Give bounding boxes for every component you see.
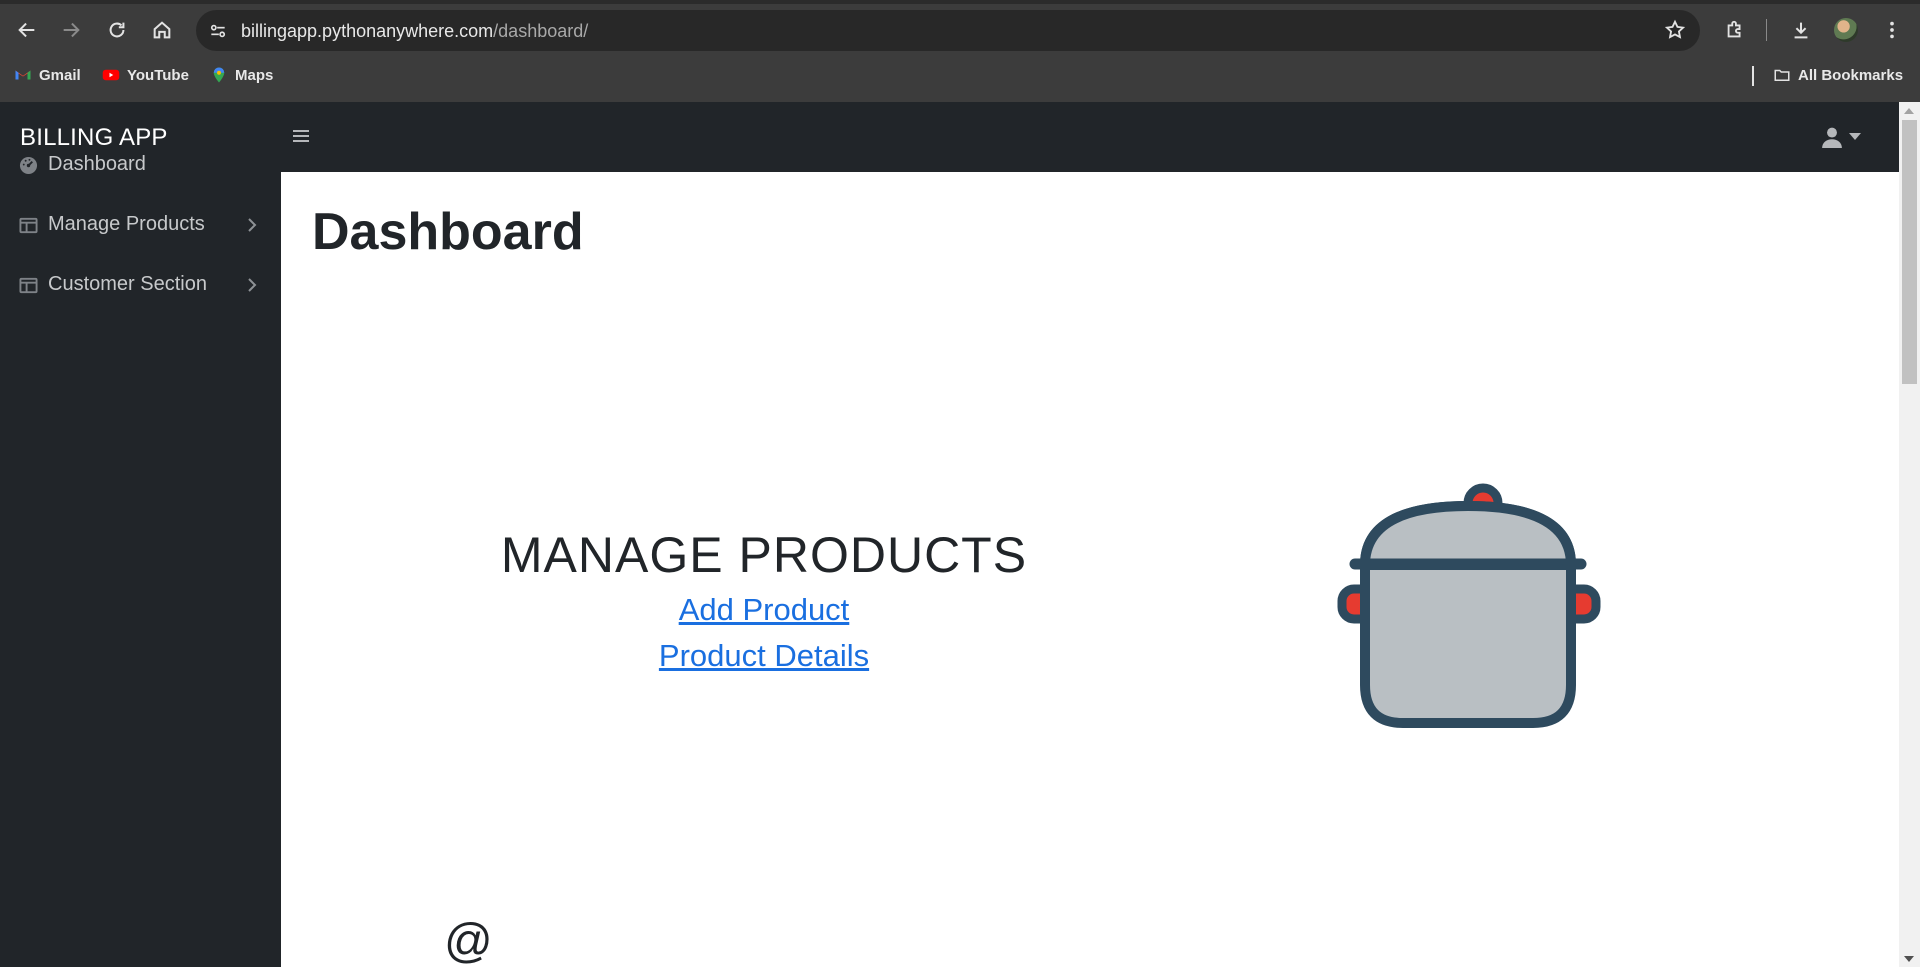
- tab-strip: [0, 0, 1920, 4]
- reload-icon: [109, 22, 125, 38]
- page-title: Dashboard: [312, 203, 584, 261]
- caret-down-icon: [1849, 133, 1861, 140]
- address-bar[interactable]: billingapp.pythonanywhere.com/dashboard/: [196, 10, 1700, 51]
- dashboard-icon: [19, 156, 38, 175]
- more-vert-icon: [1890, 21, 1894, 39]
- manage-products-title: MANAGE PRODUCTS: [500, 527, 1028, 583]
- sidebar-item-customer-section[interactable]: Customer Section: [0, 260, 281, 310]
- back-arrow-icon: [18, 22, 35, 38]
- scroll-up-arrow[interactable]: [1904, 108, 1914, 114]
- all-bookmarks-label: All Bookmarks: [1798, 66, 1904, 84]
- user-icon: [1822, 127, 1842, 148]
- sidebar: BILLING APP Dashboard Manage Products Cu…: [0, 102, 281, 967]
- user-dropdown[interactable]: [1821, 126, 1861, 148]
- download-icon: [1794, 22, 1808, 39]
- bookmark-star-icon[interactable]: [1664, 19, 1686, 46]
- sidebar-item-label: Manage Products: [48, 213, 205, 235]
- section-glyph: @: [444, 915, 493, 967]
- main-content: Dashboard MANAGE PRODUCTS Add Product Pr…: [281, 172, 1899, 967]
- cooking-pot-icon: [1337, 483, 1601, 728]
- folder-icon: [1774, 69, 1790, 81]
- url-text[interactable]: billingapp.pythonanywhere.com/dashboard/: [241, 21, 588, 42]
- product-details-link[interactable]: Product Details: [281, 638, 1247, 674]
- bookmark-label: Gmail: [39, 66, 81, 84]
- bookmark-label: YouTube: [127, 66, 189, 84]
- top-navbar: [281, 102, 1899, 172]
- browser-toolbar: billingapp.pythonanywhere.com/dashboard/…: [0, 0, 1920, 102]
- sidebar-item-manage-products[interactable]: Manage Products: [0, 200, 281, 250]
- add-product-link[interactable]: Add Product: [281, 592, 1247, 628]
- puzzle-icon: [1727, 20, 1741, 38]
- home-button[interactable]: [146, 14, 178, 46]
- scroll-thumb[interactable]: [1902, 120, 1917, 384]
- sidebar-item-label: Dashboard: [48, 153, 146, 175]
- url-path: /dashboard/: [493, 21, 589, 41]
- table-icon: [19, 277, 38, 294]
- maps-icon: [213, 67, 225, 83]
- gmail-icon: [15, 70, 31, 80]
- profile-avatar[interactable]: [1834, 18, 1858, 42]
- site-settings-icon[interactable]: [206, 19, 230, 43]
- back-button[interactable]: [11, 14, 43, 46]
- youtube-icon: [102, 69, 120, 81]
- url-host: billingapp.pythonanywhere.com: [241, 21, 494, 41]
- toolbar-divider: [1766, 19, 1767, 41]
- bookmark-maps[interactable]: Maps: [210, 66, 273, 84]
- sidebar-item-label: Customer Section: [48, 273, 207, 295]
- extensions-button[interactable]: [1719, 14, 1751, 46]
- home-icon: [153, 21, 171, 39]
- scroll-down-arrow[interactable]: [1904, 956, 1914, 962]
- hamburger-menu-icon[interactable]: [291, 126, 311, 146]
- sidebar-item-dashboard[interactable]: Dashboard: [0, 140, 281, 190]
- browser-menu-button[interactable]: [1876, 14, 1908, 46]
- bookmark-youtube[interactable]: YouTube: [102, 66, 189, 84]
- reload-button[interactable]: [101, 14, 133, 46]
- bookmarks-divider: [1752, 66, 1754, 86]
- bookmarks-bar: Gmail YouTube Maps All Bookmarks: [0, 62, 1920, 92]
- chevron-right-icon: [248, 218, 257, 232]
- page-scrollbar[interactable]: [1899, 102, 1920, 967]
- downloads-button[interactable]: [1785, 14, 1817, 46]
- all-bookmarks-button[interactable]: All Bookmarks: [1773, 66, 1903, 84]
- chevron-right-icon: [248, 278, 257, 292]
- bookmark-gmail[interactable]: Gmail: [14, 66, 81, 84]
- bookmark-label: Maps: [235, 66, 274, 84]
- forward-button[interactable]: [55, 14, 87, 46]
- forward-arrow-icon: [63, 22, 80, 38]
- table-icon: [19, 217, 38, 234]
